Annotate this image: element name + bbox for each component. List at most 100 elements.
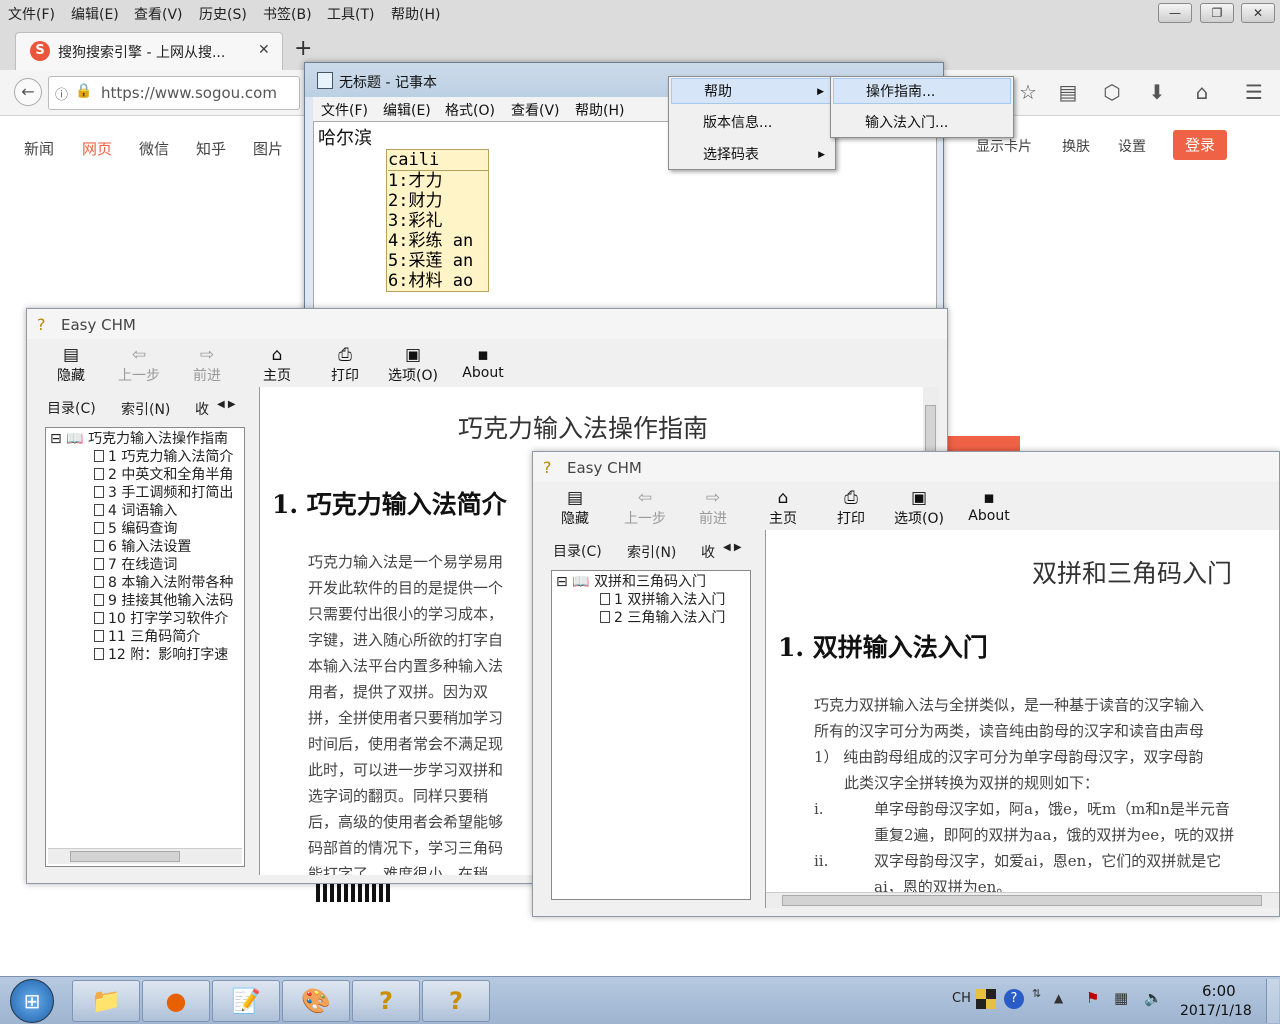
taskbar-chm-2[interactable]: ? <box>422 980 490 1022</box>
taskbar-firefox[interactable]: ● <box>142 980 210 1022</box>
login-button[interactable]: 登录 <box>1173 130 1227 160</box>
tab-contents[interactable]: 目录(C) <box>553 541 602 561</box>
clock-time[interactable]: 6:00 <box>1202 982 1236 1000</box>
options-button[interactable]: ▣ 选项(O) <box>383 345 443 385</box>
menu-item-help[interactable]: 帮助 ▶ <box>671 78 833 104</box>
scrollbar-thumb[interactable] <box>70 851 180 862</box>
star-icon[interactable]: ☆ <box>1014 80 1042 104</box>
show-hidden-icons-icon[interactable]: ▲ <box>1054 991 1063 1005</box>
home-icon[interactable]: ⌂ <box>1188 80 1216 104</box>
ime-candidate[interactable]: 3:彩礼 <box>388 211 488 231</box>
nav-show-cards[interactable]: 显示卡片 <box>976 136 1032 156</box>
taskbar-notepad[interactable]: 📝 <box>212 980 280 1022</box>
about-button[interactable]: ▪ About <box>453 345 513 381</box>
content-horizontal-scrollbar[interactable] <box>766 892 1279 908</box>
taskbar-explorer[interactable]: 📁 <box>72 980 140 1022</box>
ime-icon[interactable] <box>976 989 996 1009</box>
tree-item[interactable]: 10 打字学习软件介 <box>94 610 228 628</box>
tab-index[interactable]: 索引(N) <box>627 542 676 562</box>
tree-item[interactable]: 2 中英文和全角半角 <box>94 466 233 484</box>
tree-item[interactable]: 7 在线造词 <box>94 556 177 574</box>
menu-item-version[interactable]: 版本信息... <box>671 110 833 136</box>
tree-item[interactable]: 1 双拼输入法入门 <box>600 591 725 609</box>
hide-button[interactable]: ▤ 隐藏 <box>41 345 101 385</box>
taskbar-paint[interactable]: 🎨 <box>282 980 350 1022</box>
tab-search[interactable]: 收 <box>701 542 715 562</box>
tree-root[interactable]: ⊟ 📖 双拼和三角码入门 <box>556 573 706 591</box>
menu-bookmarks[interactable]: 书签(B) <box>263 4 312 24</box>
forward-button[interactable]: ⇨ 前进 <box>683 488 743 528</box>
tree-item[interactable]: 9 挂接其他输入法码 <box>94 592 233 610</box>
menu-item-guide[interactable]: 操作指南... <box>833 78 1011 104</box>
ime-help-icon[interactable]: ? <box>1004 989 1024 1009</box>
maximize-button[interactable]: ❐ <box>1200 3 1234 23</box>
home-button[interactable]: ⌂ 主页 <box>247 345 307 385</box>
nav-settings[interactable]: 设置 <box>1118 136 1146 156</box>
menu-tools[interactable]: 工具(T) <box>327 4 374 24</box>
tree-item[interactable]: 8 本输入法附带各种 <box>94 574 233 592</box>
nav-news[interactable]: 新闻 <box>24 138 54 159</box>
show-desktop-button[interactable] <box>1266 979 1279 1023</box>
language-indicator[interactable]: CH <box>952 991 971 1006</box>
print-button[interactable]: ⎙ 打印 <box>821 488 881 528</box>
minimize-button[interactable]: — <box>1158 3 1192 23</box>
info-icon[interactable]: ⓘ <box>55 84 68 103</box>
tab-search[interactable]: 收 <box>195 399 209 419</box>
scrollbar-thumb[interactable] <box>782 895 1262 906</box>
print-button[interactable]: ⎙ 打印 <box>315 345 375 385</box>
menu-item-intro[interactable]: 输入法入门... <box>833 110 1011 136</box>
browser-tab[interactable]: S 搜狗搜索引擎 - 上网从搜... ✕ <box>15 32 283 70</box>
url-bar[interactable]: ⓘ 🔒 https://www.sogou.com <box>48 76 300 110</box>
start-button[interactable]: ⊞ <box>10 979 54 1023</box>
ime-options-icon[interactable]: ⇅ <box>1032 987 1041 1000</box>
download-icon[interactable]: ⬇ <box>1143 80 1171 104</box>
hamburger-menu-icon[interactable]: ☰ <box>1240 80 1268 104</box>
options-button[interactable]: ▣ 选项(O) <box>889 488 949 528</box>
menu-edit[interactable]: 编辑(E) <box>71 4 119 24</box>
forward-button[interactable]: ⇨ 前进 <box>177 345 237 385</box>
np-menu-help[interactable]: 帮助(H) <box>575 100 624 120</box>
back-button[interactable]: ⇦ 上一步 <box>109 345 169 385</box>
tab-contents[interactable]: 目录(C) <box>47 398 96 418</box>
nav-images[interactable]: 图片 <box>253 138 283 159</box>
home-button[interactable]: ⌂ 主页 <box>753 488 813 528</box>
ime-candidate[interactable]: 2:财力 <box>388 191 488 211</box>
np-menu-format[interactable]: 格式(O) <box>445 100 495 120</box>
ime-candidate[interactable]: 1:才力 <box>388 171 488 191</box>
clock-date[interactable]: 2017/1/18 <box>1180 1003 1252 1019</box>
menu-item-select-table[interactable]: 选择码表 ▶ <box>671 142 833 168</box>
new-tab-icon[interactable]: + <box>294 36 312 61</box>
np-menu-edit[interactable]: 编辑(E) <box>383 100 431 120</box>
menu-view[interactable]: 查看(V) <box>134 4 183 24</box>
tree-item[interactable]: 2 三角输入法入门 <box>600 609 725 627</box>
menu-help[interactable]: 帮助(H) <box>391 4 440 24</box>
tree-horizontal-scrollbar[interactable] <box>48 848 242 864</box>
taskbar-chm-1[interactable]: ? <box>352 980 420 1022</box>
tree-item[interactable]: 1 巧克力输入法简介 <box>94 448 233 466</box>
menu-file[interactable]: 文件(F) <box>8 4 55 24</box>
tab-scroll-icon[interactable]: ◀ ▶ <box>723 542 742 553</box>
network-icon[interactable]: ▦ <box>1114 989 1128 1007</box>
tree-item[interactable]: 4 词语输入 <box>94 502 177 520</box>
nav-skin[interactable]: 换肤 <box>1062 136 1090 156</box>
reader-icon[interactable]: ▤ <box>1054 80 1082 104</box>
tree-item[interactable]: 5 编码查询 <box>94 520 177 538</box>
np-menu-view[interactable]: 查看(V) <box>511 100 560 120</box>
ime-candidate[interactable]: 5:采莲 an <box>388 251 488 271</box>
back-icon[interactable]: ← <box>14 78 42 106</box>
tree-item[interactable]: 12 附：影响打字速 <box>94 646 228 664</box>
nav-weixin[interactable]: 微信 <box>139 138 169 159</box>
np-menu-file[interactable]: 文件(F) <box>321 100 368 120</box>
tab-scroll-icon[interactable]: ◀ ▶ <box>217 399 236 410</box>
pocket-icon[interactable]: ⬡ <box>1098 80 1126 104</box>
ime-candidate[interactable]: 6:材料 ao <box>388 271 488 291</box>
tree-item[interactable]: 11 三角码简介 <box>94 628 200 646</box>
hide-button[interactable]: ▤ 隐藏 <box>545 488 605 528</box>
nav-web[interactable]: 网页 <box>82 138 112 159</box>
action-center-icon[interactable]: ⚑ <box>1086 989 1099 1007</box>
close-window-button[interactable]: ✕ <box>1241 3 1275 23</box>
tree-item[interactable]: 6 输入法设置 <box>94 538 191 556</box>
tree-root[interactable]: ⊟ 📖 巧克力输入法操作指南 <box>50 430 228 448</box>
menu-history[interactable]: 历史(S) <box>199 4 247 24</box>
back-button[interactable]: ⇦ 上一步 <box>615 488 675 528</box>
